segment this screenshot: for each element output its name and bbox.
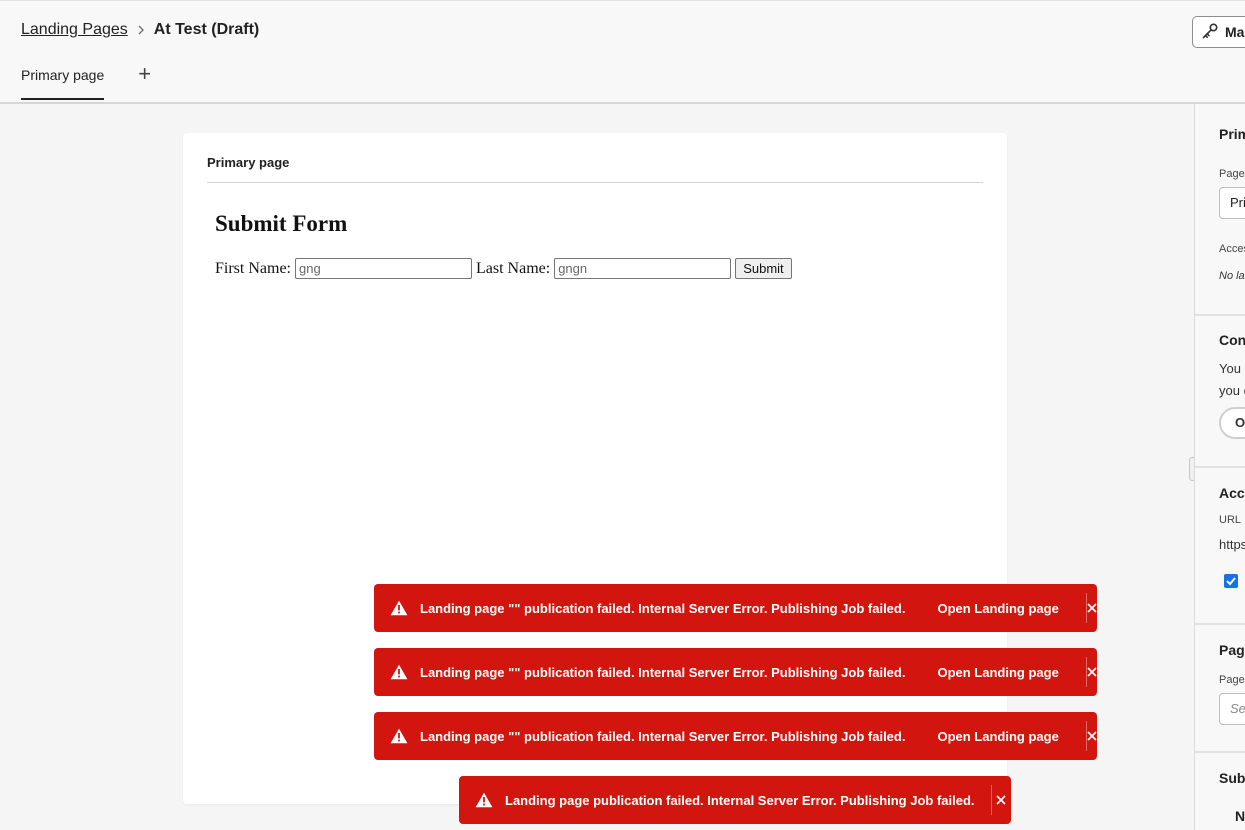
toast-message: Landing page publication failed. Interna… [505,792,975,808]
form-heading: Submit Form [215,211,348,236]
first-name-label: First Name: [215,259,291,277]
tab-primary-page[interactable]: Primary page [21,67,105,100]
url-label: URL [1219,514,1242,526]
access-value: No label [1219,270,1245,282]
panel-divider [1195,314,1245,316]
alert-icon [390,664,408,680]
subscription-text: N [1235,808,1245,824]
page-select-label: Page [1219,674,1245,686]
open-content-button[interactable]: Open [1219,407,1245,439]
manage-button[interactable]: Manage [1192,16,1245,48]
page-title: At Test (Draft) [153,21,260,38]
access-checkbox[interactable] [1224,574,1238,588]
page-field-label: Page [1219,168,1245,180]
close-icon[interactable] [1086,603,1097,613]
alert-icon [475,792,493,808]
canvas-divider [207,182,983,183]
error-toast: Landing page "" publication failed. Inte… [374,584,1097,632]
open-landing-page-link[interactable]: Open Landing page [937,665,1058,680]
submit-button[interactable]: Submit [735,258,792,279]
canvas-title: Primary page [207,155,290,170]
open-landing-page-link[interactable]: Open Landing page [937,601,1058,616]
manage-button-label: Manage [1225,24,1245,40]
page-tabs: Primary page + [21,63,151,100]
add-page-button[interactable]: + [138,63,151,85]
open-landing-page-link[interactable]: Open Landing page [937,729,1058,744]
panel-section-access-title: Access [1219,485,1245,501]
page-preview-canvas: Primary page Submit Form First Name: Las… [183,133,1007,804]
last-name-label: Last Name: [476,259,551,277]
close-icon[interactable] [991,795,1011,805]
breadcrumb-landing-pages-link[interactable]: Landing Pages [21,21,128,39]
page-header: Landing Pages At Test (Draft) Manage Pri… [0,0,1245,104]
toast-message: Landing page "" publication failed. Inte… [420,728,906,744]
first-name-input[interactable] [295,258,472,279]
url-value: https:// [1219,537,1245,552]
alert-icon [390,600,408,616]
close-icon[interactable] [1086,731,1097,741]
access-label: Access [1219,243,1245,255]
error-toast: Landing page "" publication failed. Inte… [374,648,1097,696]
panel-section-page-title: Page [1219,642,1245,658]
toast-message: Landing page "" publication failed. Inte… [420,664,906,680]
properties-panel: Primary page Page Primary page Access No… [1194,104,1245,830]
breadcrumb: Landing Pages At Test (Draft) [21,21,259,39]
key-icon [1201,22,1225,43]
panel-divider [1195,466,1245,468]
error-toast: Landing page publication failed. Interna… [459,776,1011,824]
panel-section-primary-title: Primary page [1219,126,1245,142]
toast-message: Landing page "" publication failed. Inte… [420,600,906,616]
content-description-line2: you can [1219,383,1245,398]
panel-divider [1195,623,1245,625]
panel-section-subscription-title: Subscription [1219,770,1245,786]
panel-section-content-title: Content [1219,332,1245,348]
error-toast: Landing page "" publication failed. Inte… [374,712,1097,760]
last-name-input[interactable] [554,258,732,279]
page-select-field[interactable]: Select [1219,693,1245,725]
chevron-right-icon [137,25,145,35]
close-icon[interactable] [1086,667,1097,677]
form-row: First Name: Last Name: Submit [215,258,792,279]
panel-divider [1195,751,1245,753]
content-description-line1: You can [1219,361,1245,376]
alert-icon [390,728,408,744]
page-name-field[interactable]: Primary page [1219,187,1245,219]
